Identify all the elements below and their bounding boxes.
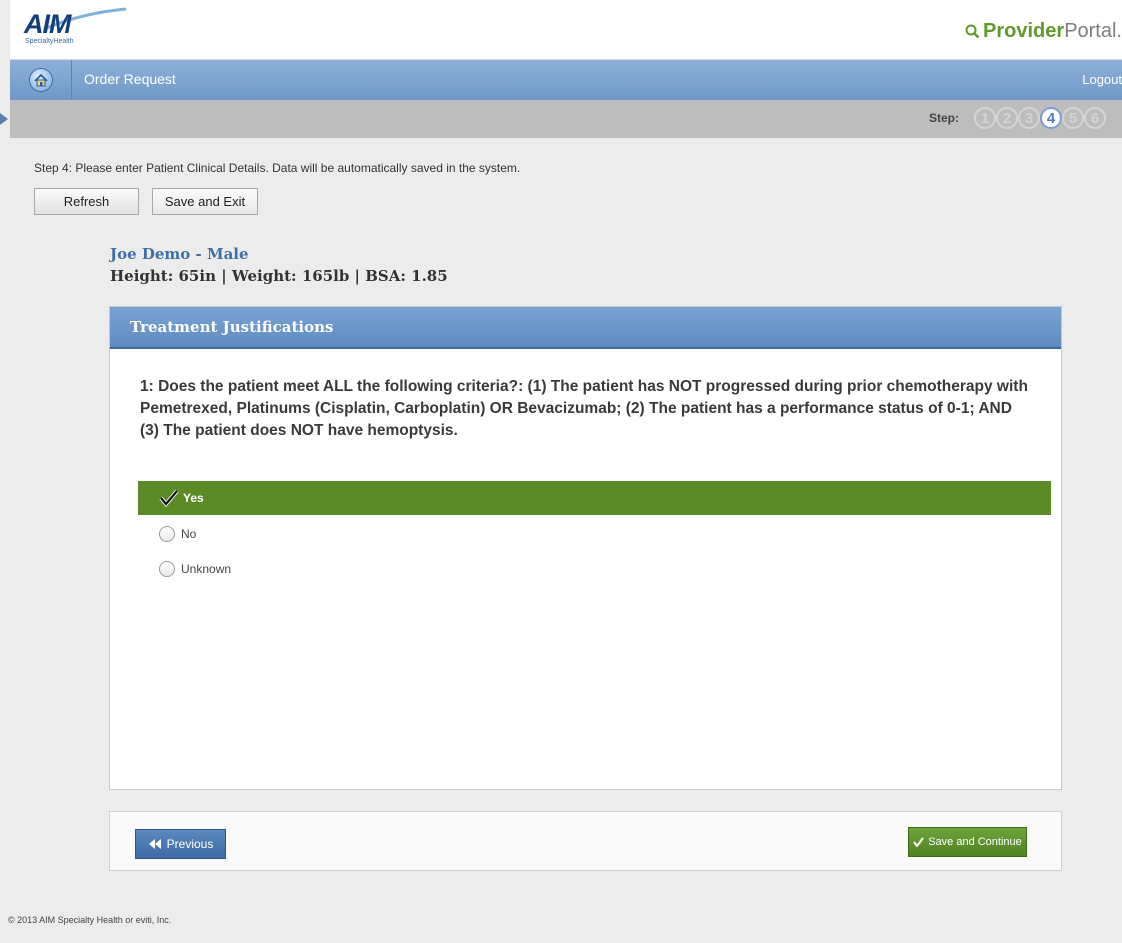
answer-options: Yes No Unknown — [138, 481, 1051, 587]
step-instructions: Step 4: Please enter Patient Clinical De… — [34, 161, 521, 175]
radio-unknown[interactable] — [159, 560, 175, 577]
provider-portal-brand: ProviderPortal. — [965, 20, 1122, 43]
double-left-arrow-icon — [148, 839, 161, 849]
question-text: 1: Does the patient meet ALL the followi… — [140, 378, 1028, 439]
portal-bold-text: Provider — [983, 20, 1065, 42]
radio-no[interactable] — [159, 525, 175, 542]
step-bar: Step: 1 2 3 4 5 6 — [10, 100, 1122, 138]
save-and-exit-button[interactable]: Save and Exit — [152, 188, 258, 215]
step-2[interactable]: 2 — [996, 107, 1018, 129]
nav-title: Order Request — [84, 71, 176, 87]
answer-no[interactable]: No — [138, 517, 1051, 550]
app-header: AIM SpecialtyHealth ProviderPortal. — [10, 0, 1122, 60]
portal-light-text: Portal. — [1064, 20, 1122, 42]
checkmark-icon — [159, 489, 179, 507]
panel-title: Treatment Justifications — [130, 318, 334, 336]
nav-bar: Order Request Logout — [10, 60, 1122, 100]
checkmark-icon — [913, 837, 925, 847]
answer-unknown-label: Unknown — [181, 561, 232, 576]
magnifier-icon — [965, 24, 980, 39]
copyright-text: © 2013 AIM Specialty Health or eviti, In… — [8, 915, 172, 925]
answer-yes[interactable]: Yes — [138, 481, 1051, 515]
step-label: Step: — [929, 111, 959, 125]
patient-stats: Height: 65in | Weight: 165lb | BSA: 1.85 — [110, 267, 448, 285]
step-3[interactable]: 3 — [1018, 107, 1040, 129]
previous-button[interactable]: Previous — [135, 829, 226, 859]
previous-label: Previous — [166, 837, 214, 851]
panel-header: Treatment Justifications — [110, 307, 1061, 349]
patient-name: Joe Demo - Male — [110, 245, 249, 263]
home-button[interactable] — [10, 60, 72, 100]
logo-text: AIM — [24, 9, 71, 39]
save-and-continue-button[interactable]: Save and Continue — [908, 827, 1027, 857]
answer-no-label: No — [181, 526, 197, 541]
refresh-button[interactable]: Refresh — [34, 188, 139, 215]
step-6[interactable]: 6 — [1084, 107, 1106, 129]
logout-link[interactable]: Logout — [1082, 72, 1122, 87]
answer-unknown[interactable]: Unknown — [138, 552, 1051, 585]
logo-subtext: SpecialtyHealth — [25, 38, 74, 45]
navigation-footer: Previous Save and Continue — [109, 811, 1062, 871]
treatment-justifications-panel: Treatment Justifications 1: Does the pat… — [109, 306, 1062, 790]
step-1[interactable]: 1 — [974, 107, 996, 129]
home-icon — [28, 68, 53, 92]
save-and-continue-label: Save and Continue — [928, 836, 1022, 848]
step-indicator: 1 2 3 4 5 6 — [974, 107, 1106, 129]
answer-yes-label: Yes — [183, 491, 204, 505]
side-arrow-icon — [0, 113, 8, 125]
step-5[interactable]: 5 — [1062, 107, 1084, 129]
step-4-current[interactable]: 4 — [1040, 107, 1062, 129]
aim-logo[interactable]: AIM SpecialtyHealth — [24, 7, 134, 49]
